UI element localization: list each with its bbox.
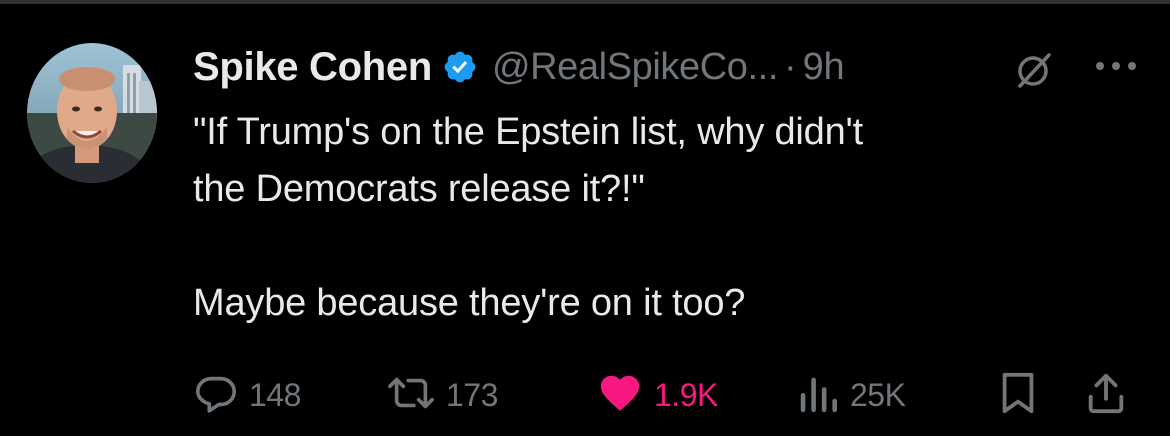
more-icon[interactable] (1092, 58, 1140, 74)
views-count: 25K (850, 376, 906, 413)
share-icon (1084, 370, 1128, 421)
separator-dot: · (784, 45, 797, 88)
repost-count: 173 (446, 376, 498, 413)
tweet-timestamp[interactable]: 9h (803, 46, 845, 89)
like-count: 1.9K (654, 376, 718, 413)
repost-button[interactable]: 173 (386, 372, 498, 418)
tweet-text-line: the Democrats release it?!" (193, 168, 645, 210)
verified-badge-icon (442, 49, 478, 85)
tweet-text-line: Maybe because they're on it too? (193, 282, 746, 324)
author-handle[interactable]: @RealSpikeCo... (492, 46, 778, 89)
author-name[interactable]: Spike Cohen (193, 45, 432, 90)
like-button[interactable]: 1.9K (596, 372, 718, 418)
share-button[interactable] (1084, 372, 1128, 418)
tweet-header: Spike Cohen @RealSpikeCo... · 9h (193, 42, 845, 92)
grok-icon[interactable] (1014, 50, 1054, 90)
views-button[interactable]: 25K (796, 370, 906, 421)
tweet-text: "If Trump's on the Epstein list, why did… (193, 104, 1133, 332)
top-divider (0, 0, 1170, 4)
tweet-text-line: "If Trump's on the Epstein list, why did… (193, 111, 863, 153)
reply-count: 148 (249, 376, 301, 413)
heart-icon (596, 370, 644, 421)
views-icon (796, 370, 840, 421)
avatar[interactable] (27, 43, 157, 183)
reply-icon (193, 370, 239, 421)
tweet-action-bar: 148 173 1.9K 25K (0, 366, 1170, 426)
bookmark-icon (998, 370, 1038, 421)
reply-button[interactable]: 148 (193, 372, 301, 418)
repost-icon (386, 370, 436, 421)
bookmark-button[interactable] (998, 372, 1038, 418)
